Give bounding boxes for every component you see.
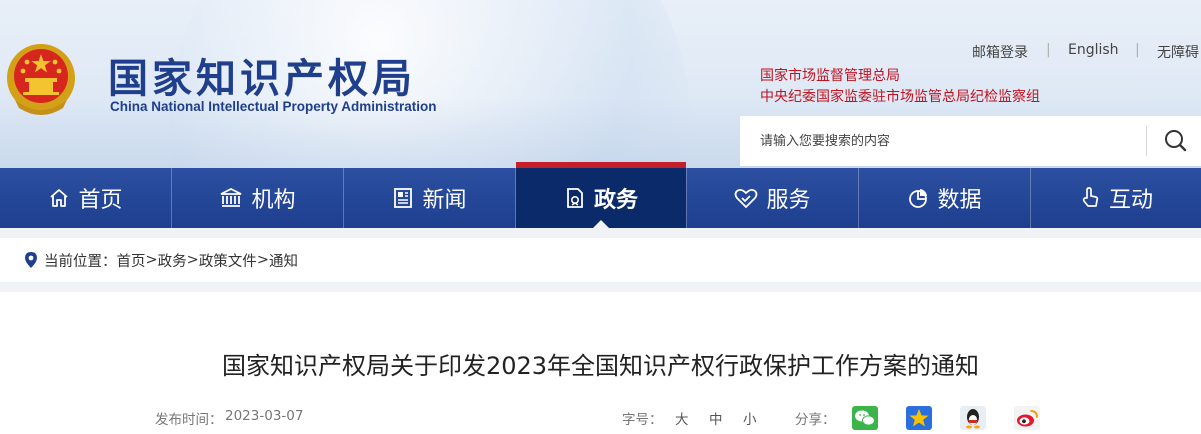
main-nav: 首页 机构 新闻 政务 服务 数据 互动 [0,162,1201,228]
breadcrumb-separator: > [186,252,199,268]
nav-label: 互动 [1108,188,1153,213]
nav-item-institution[interactable]: 机构 [172,168,343,228]
interaction-icon [1079,187,1101,209]
publish-date: 2023-03-07 [225,408,304,424]
samr-link[interactable]: 国家市场监督管理总局 [760,66,1040,87]
site-header: 国家知识产权局 China National Intellectual Prop… [0,0,1201,168]
font-size-small[interactable]: 小 [743,408,757,428]
font-size-large[interactable]: 大 [675,408,689,428]
top-links: 邮箱登录 | English | 无障碍 [940,42,1201,62]
home-icon [48,187,70,209]
nav-label: 数据 [937,188,982,213]
nav-label: 政务 [593,188,638,213]
site-subtitle: China National Intellectual Property Adm… [110,99,437,114]
related-links: 国家市场监督管理总局 中央纪委国家监委驻市场监管总局纪检监察组 [760,66,1040,108]
breadcrumb-separator: > [145,252,158,268]
english-link[interactable]: English [1068,42,1119,58]
breadcrumb: 当前位置： 首页 > 政务 > 政策文件 > 通知 [0,238,1201,282]
divider: | [1046,42,1051,58]
search-box [740,116,1201,166]
nav-label: 服务 [766,188,811,213]
weibo-icon[interactable] [1014,406,1040,430]
mail-login-link[interactable]: 邮箱登录 [972,42,1028,62]
data-pie-icon [907,187,929,209]
nav-item-service[interactable]: 服务 [687,168,858,228]
news-icon [392,187,414,209]
nav-label: 首页 [78,188,123,213]
breadcrumb-government-affairs[interactable]: 政务 [158,250,187,271]
nav-item-data[interactable]: 数据 [859,168,1030,228]
nav-item-home[interactable]: 首页 [0,168,171,228]
discipline-group-link[interactable]: 中央纪委国家监委驻市场监管总局纪检监察组 [760,87,1040,108]
location-pin-icon [24,251,38,269]
nav-item-news[interactable]: 新闻 [344,168,515,228]
share-label: 分享： [795,412,836,428]
divider: | [1135,42,1140,58]
breadcrumb-separator: > [256,252,269,268]
breadcrumb-prefix: 当前位置： [44,253,117,270]
font-size-label: 字号： [622,412,663,428]
accessibility-link[interactable]: 无障碍 [1157,42,1199,62]
font-size-medium[interactable]: 中 [709,408,723,428]
publish-label: 发布时间： [155,412,223,428]
qq-icon[interactable] [960,406,986,430]
wechat-icon[interactable] [852,406,878,430]
qzone-icon[interactable] [906,406,932,430]
nav-label: 新闻 [422,188,467,213]
search-divider [1146,126,1147,156]
government-affairs-icon [564,187,586,209]
nav-item-government-affairs[interactable]: 政务 [516,162,686,228]
search-icon [1165,130,1187,152]
institution-icon [219,187,243,209]
service-icon [734,187,758,209]
search-input[interactable] [740,116,1144,166]
article: 国家知识产权局关于印发2023年全国知识产权行政保护工作方案的通知 发布时间： … [0,292,1201,434]
breadcrumb-home[interactable]: 首页 [117,250,146,271]
search-button[interactable] [1152,126,1196,156]
national-emblem-icon [7,44,75,115]
nav-label: 机构 [251,188,296,213]
article-title: 国家知识产权局关于印发2023年全国知识产权行政保护工作方案的通知 [221,352,980,380]
breadcrumb-notice[interactable]: 通知 [269,250,298,271]
site-title: 国家知识产权局 [108,56,416,102]
breadcrumb-policy-documents[interactable]: 政策文件 [199,250,257,271]
nav-item-interaction[interactable]: 互动 [1031,168,1201,228]
